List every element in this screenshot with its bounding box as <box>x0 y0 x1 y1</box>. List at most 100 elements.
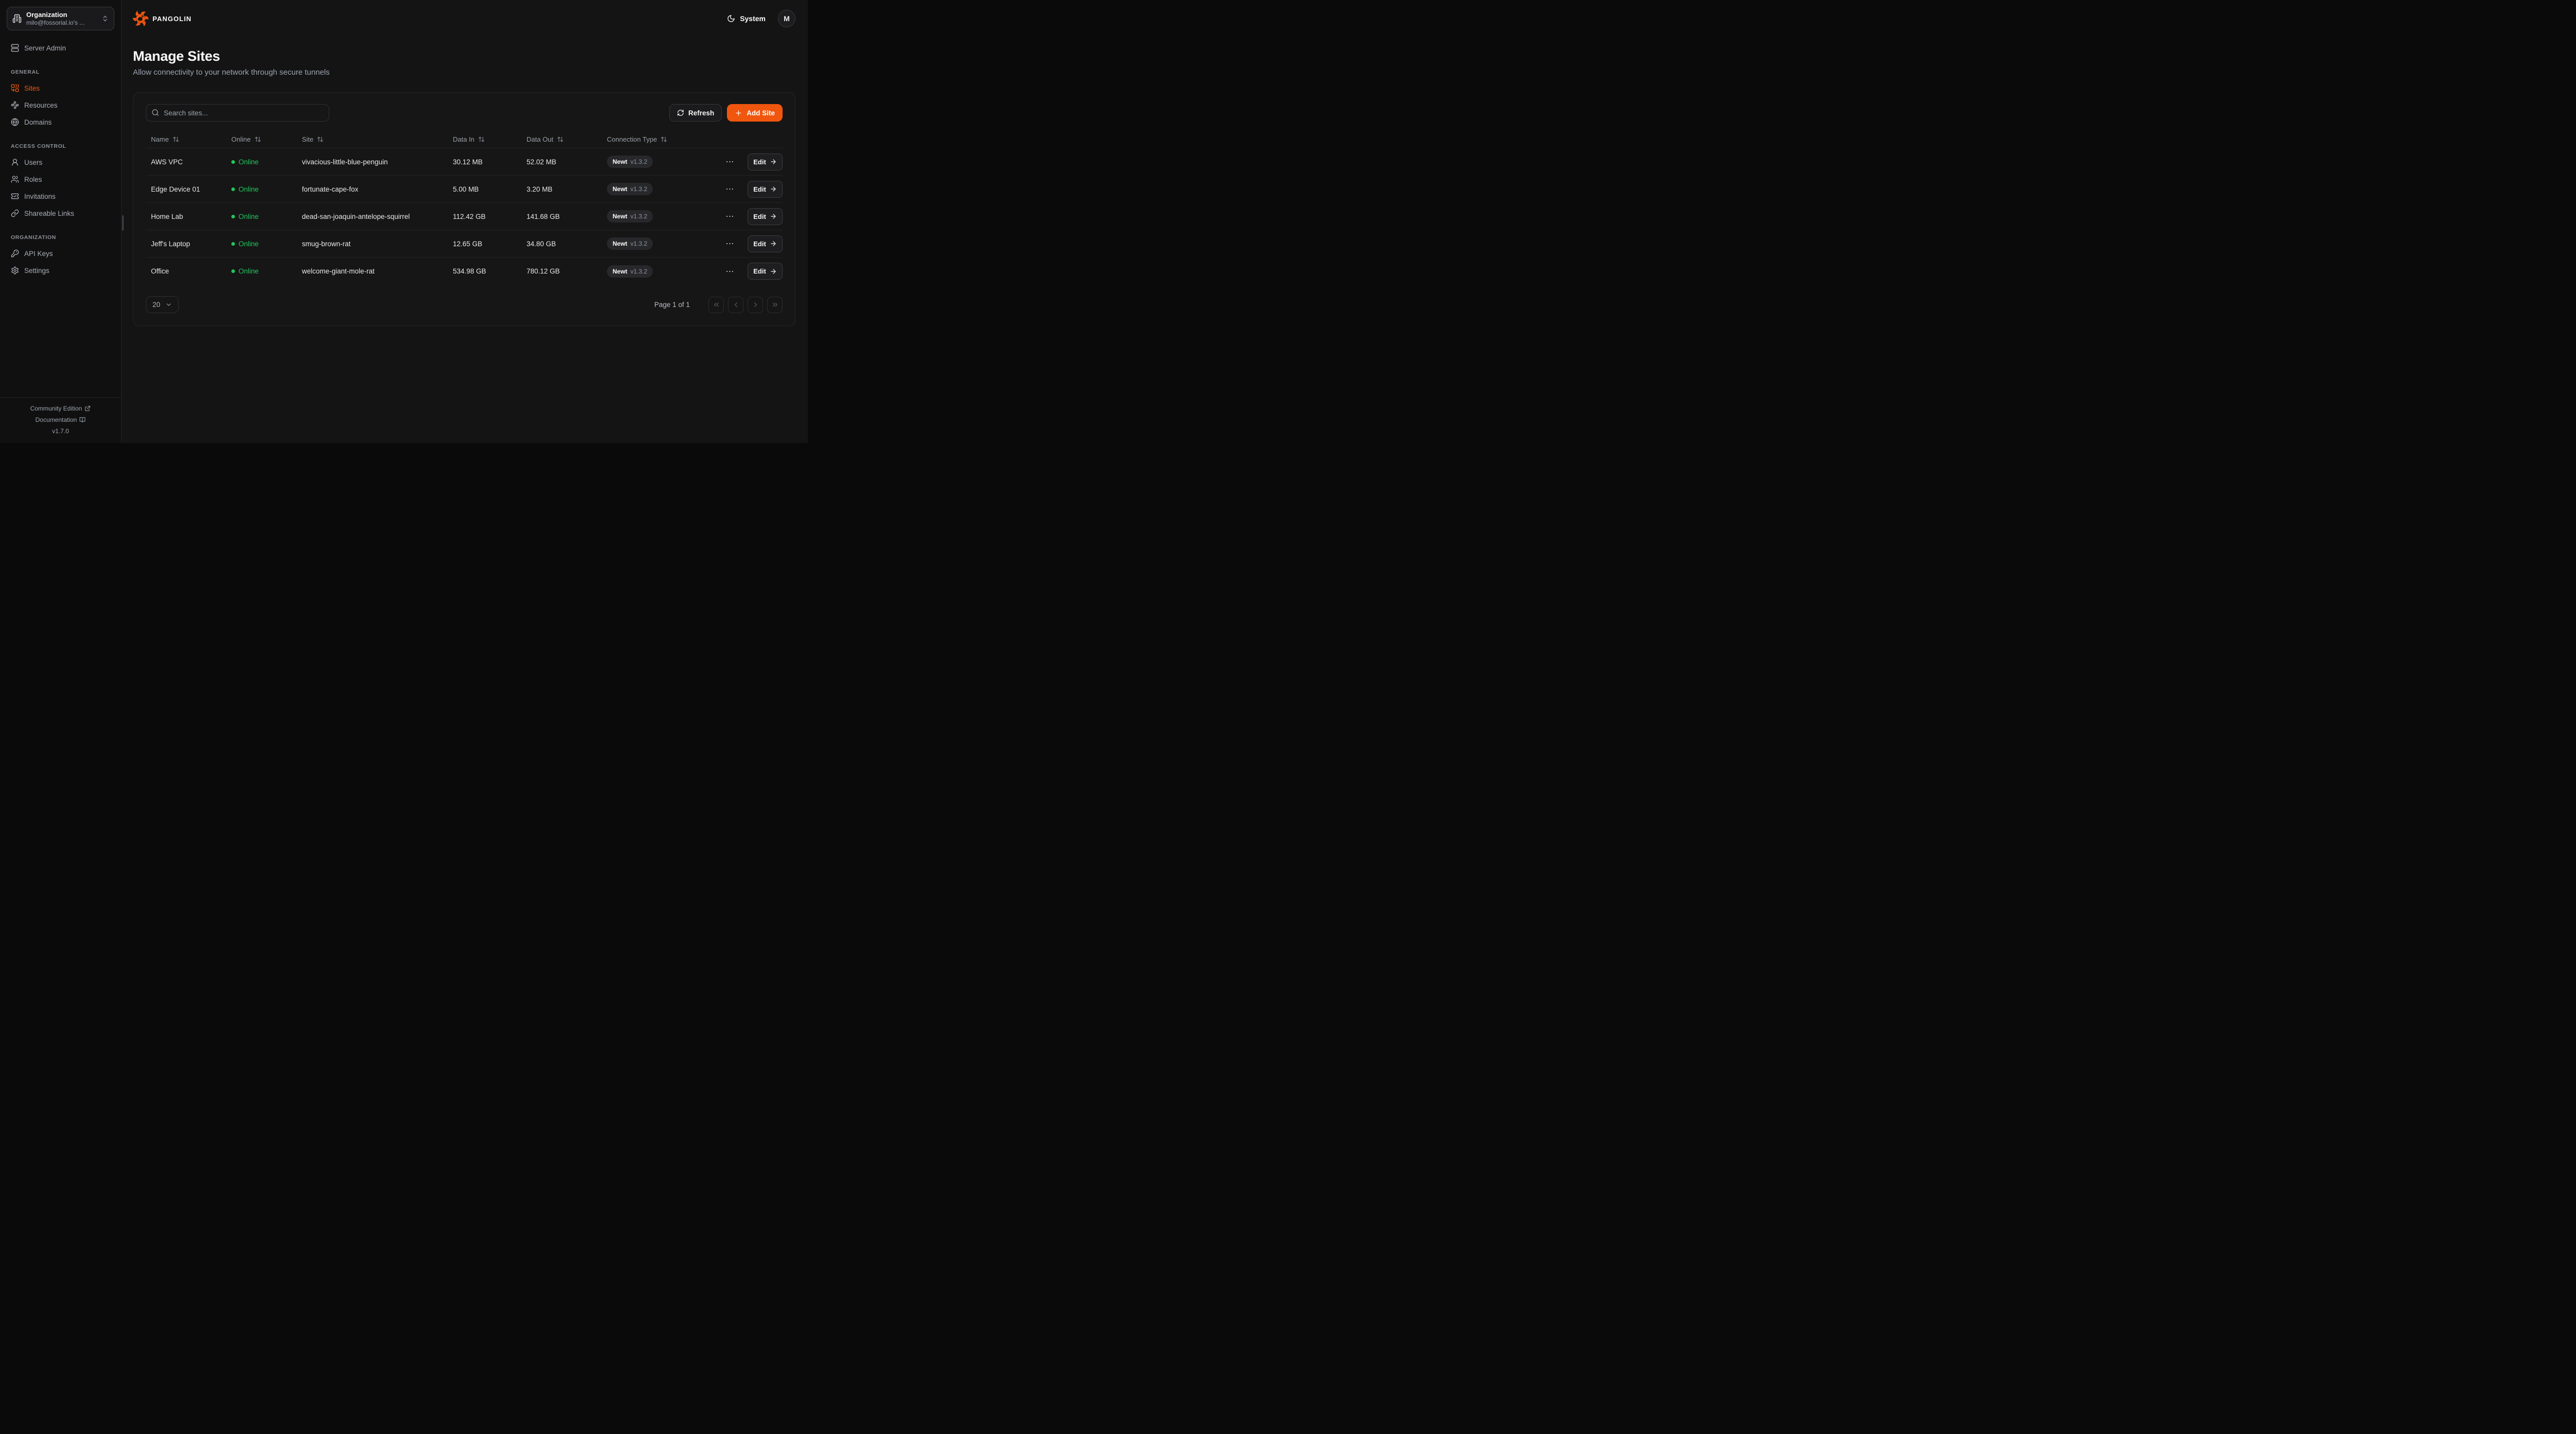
column-header-name[interactable]: Name <box>146 135 231 143</box>
data-in-value: 534.98 GB <box>453 267 527 275</box>
org-selector-text: Organization milo@fossorial.io's ... <box>26 11 101 27</box>
sidebar-item-server-admin[interactable]: Server Admin <box>7 40 114 56</box>
sidebar-item-domains[interactable]: Domains <box>7 114 114 130</box>
connection-type-cell: Newtv1.3.2 <box>607 183 721 195</box>
column-header-data-in[interactable]: Data In <box>453 135 527 143</box>
sites-toolbar: Refresh Add Site <box>146 104 783 122</box>
user-icon <box>11 158 19 166</box>
sidebar-item-roles[interactable]: Roles <box>7 172 114 187</box>
app-window: Organization milo@fossorial.io's ... Ser… <box>0 0 808 443</box>
table-row: Home Lab Online dead-san-joaquin-antelop… <box>146 203 783 230</box>
users-icon <box>11 175 19 183</box>
last-page-button[interactable] <box>767 297 783 313</box>
edit-button[interactable]: Edit <box>748 263 783 280</box>
row-actions-menu-button[interactable]: ⋯ <box>721 157 739 167</box>
row-actions-menu-button[interactable]: ⋯ <box>721 211 739 221</box>
sidebar-nav: Server Admin GENERAL Sites Resources Dom… <box>0 37 121 397</box>
column-header-data-out[interactable]: Data Out <box>527 135 607 143</box>
sort-icon <box>255 136 261 143</box>
refresh-button[interactable]: Refresh <box>669 104 722 122</box>
sidebar-item-label: Invitations <box>24 193 56 200</box>
documentation-link[interactable]: Documentation <box>0 414 121 425</box>
sidebar-item-label: API Keys <box>24 250 53 258</box>
status-badge: Online <box>231 240 302 248</box>
moon-icon <box>727 14 735 23</box>
avatar[interactable]: M <box>778 10 795 27</box>
refresh-label: Refresh <box>688 109 714 117</box>
theme-toggle-label: System <box>740 14 766 23</box>
sidebar-item-shareable-links[interactable]: Shareable Links <box>7 206 114 221</box>
column-header-online[interactable]: Online <box>231 135 302 143</box>
sidebar-section-general: GENERAL <box>7 69 114 75</box>
site-name: Home Lab <box>146 213 231 220</box>
plus-icon <box>735 109 742 117</box>
data-in-value: 112.42 GB <box>453 213 527 220</box>
data-in-value: 30.12 MB <box>453 158 527 166</box>
brand-name: PANGOLIN <box>152 15 192 23</box>
chevron-right-icon <box>752 301 759 309</box>
waypoints-icon <box>11 101 19 109</box>
edit-button[interactable]: Edit <box>748 208 783 225</box>
site-name: Jeff's Laptop <box>146 240 231 248</box>
rows-per-page-value: 20 <box>152 301 160 309</box>
sort-icon <box>660 136 667 143</box>
site-slug: fortunate-cape-fox <box>302 185 453 193</box>
search-input[interactable] <box>146 104 329 122</box>
sidebar-section-access-control: ACCESS CONTROL <box>7 143 114 149</box>
community-edition-link[interactable]: Community Edition <box>0 403 121 414</box>
rows-per-page-select[interactable]: 20 <box>146 296 179 313</box>
first-page-button[interactable] <box>708 297 724 313</box>
row-actions-menu-button[interactable]: ⋯ <box>721 184 739 194</box>
previous-page-button[interactable] <box>728 297 743 313</box>
chevrons-right-icon <box>771 301 779 309</box>
column-header-connection-type[interactable]: Connection Type <box>607 135 721 143</box>
connection-type-badge: Newtv1.3.2 <box>607 156 653 168</box>
avatar-initial: M <box>784 14 790 23</box>
arrow-right-icon <box>770 213 777 220</box>
chevrons-left-icon <box>713 301 720 309</box>
column-header-site[interactable]: Site <box>302 135 453 143</box>
pagination-controls: Page 1 of 1 <box>654 297 783 313</box>
sidebar-item-invitations[interactable]: Invitations <box>7 189 114 204</box>
globe-icon <box>11 118 19 126</box>
org-selector[interactable]: Organization milo@fossorial.io's ... <box>7 7 114 30</box>
site-slug: vivacious-little-blue-penguin <box>302 158 453 166</box>
sidebar-item-label: Domains <box>24 118 52 126</box>
row-actions-menu-button[interactable]: ⋯ <box>721 266 739 277</box>
arrow-right-icon <box>770 240 777 247</box>
next-page-button[interactable] <box>748 297 763 313</box>
edit-button[interactable]: Edit <box>748 181 783 198</box>
data-out-value: 52.02 MB <box>527 158 607 166</box>
add-site-label: Add Site <box>747 109 775 117</box>
connection-type-cell: Newtv1.3.2 <box>607 265 721 278</box>
arrow-right-icon <box>770 268 777 275</box>
sidebar-item-api-keys[interactable]: API Keys <box>7 246 114 261</box>
data-out-value: 3.20 MB <box>527 185 607 193</box>
edit-button[interactable]: Edit <box>748 235 783 252</box>
online-dot-icon <box>231 269 235 273</box>
sidebar-item-users[interactable]: Users <box>7 155 114 170</box>
sidebar-item-resources[interactable]: Resources <box>7 97 114 113</box>
add-site-button[interactable]: Add Site <box>727 104 783 122</box>
link-icon <box>11 209 19 217</box>
status-badge: Online <box>231 267 302 275</box>
table-row: Office Online welcome-giant-mole-rat 534… <box>146 258 783 285</box>
sites-table: Name Online Site Data In <box>146 131 783 285</box>
theme-toggle[interactable]: System <box>727 14 766 23</box>
pagination: 20 Page 1 of 1 <box>146 296 783 313</box>
edit-button[interactable]: Edit <box>748 153 783 170</box>
table-row: AWS VPC Online vivacious-little-blue-pen… <box>146 148 783 176</box>
row-actions-menu-button[interactable]: ⋯ <box>721 238 739 249</box>
external-link-icon <box>84 405 91 412</box>
online-dot-icon <box>231 242 235 246</box>
sidebar-resize-handle[interactable] <box>122 215 124 231</box>
sidebar-item-settings[interactable]: Settings <box>7 263 114 278</box>
sidebar-item-sites[interactable]: Sites <box>7 80 114 96</box>
org-selector-value: milo@fossorial.io's ... <box>26 19 101 27</box>
sites-card: Refresh Add Site Name Online <box>133 92 795 326</box>
sort-icon <box>173 136 179 143</box>
documentation-label: Documentation <box>36 414 77 425</box>
sort-icon <box>478 136 485 143</box>
table-row: Jeff's Laptop Online smug-brown-rat 12.6… <box>146 230 783 258</box>
toolbar-actions: Refresh Add Site <box>669 104 783 122</box>
